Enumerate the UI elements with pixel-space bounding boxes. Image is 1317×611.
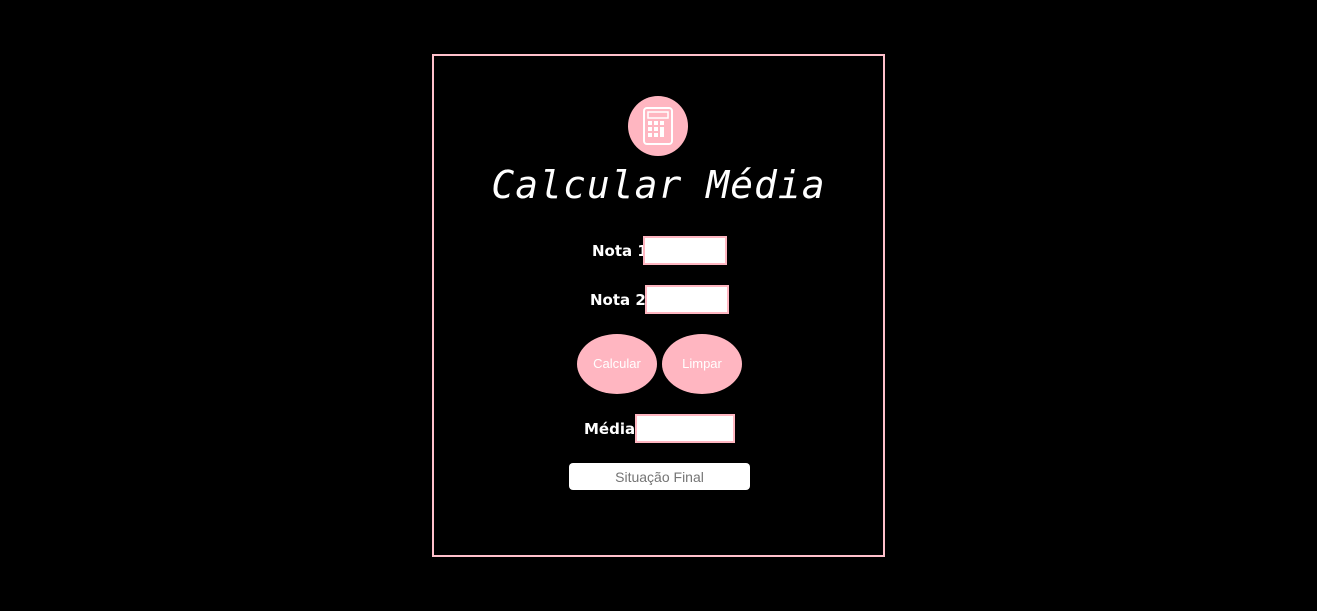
nota1-input[interactable] bbox=[643, 236, 727, 265]
nota2-input[interactable] bbox=[645, 285, 729, 314]
calcular-button[interactable]: Calcular bbox=[577, 334, 657, 394]
page-title: Calcular Média bbox=[491, 163, 826, 207]
situacao-final-field[interactable] bbox=[569, 463, 750, 490]
nota2-label: Nota 2 bbox=[590, 291, 646, 309]
media-label: Média bbox=[584, 420, 636, 438]
calculator-card: Calcular Média Nota 1 Nota 2 Calcular Li… bbox=[432, 54, 885, 557]
nota1-label: Nota 1 bbox=[592, 242, 648, 260]
calculator-icon-graphic bbox=[643, 107, 673, 145]
limpar-button[interactable]: Limpar bbox=[662, 334, 742, 394]
calculator-icon bbox=[628, 96, 688, 156]
media-output[interactable] bbox=[635, 414, 735, 443]
